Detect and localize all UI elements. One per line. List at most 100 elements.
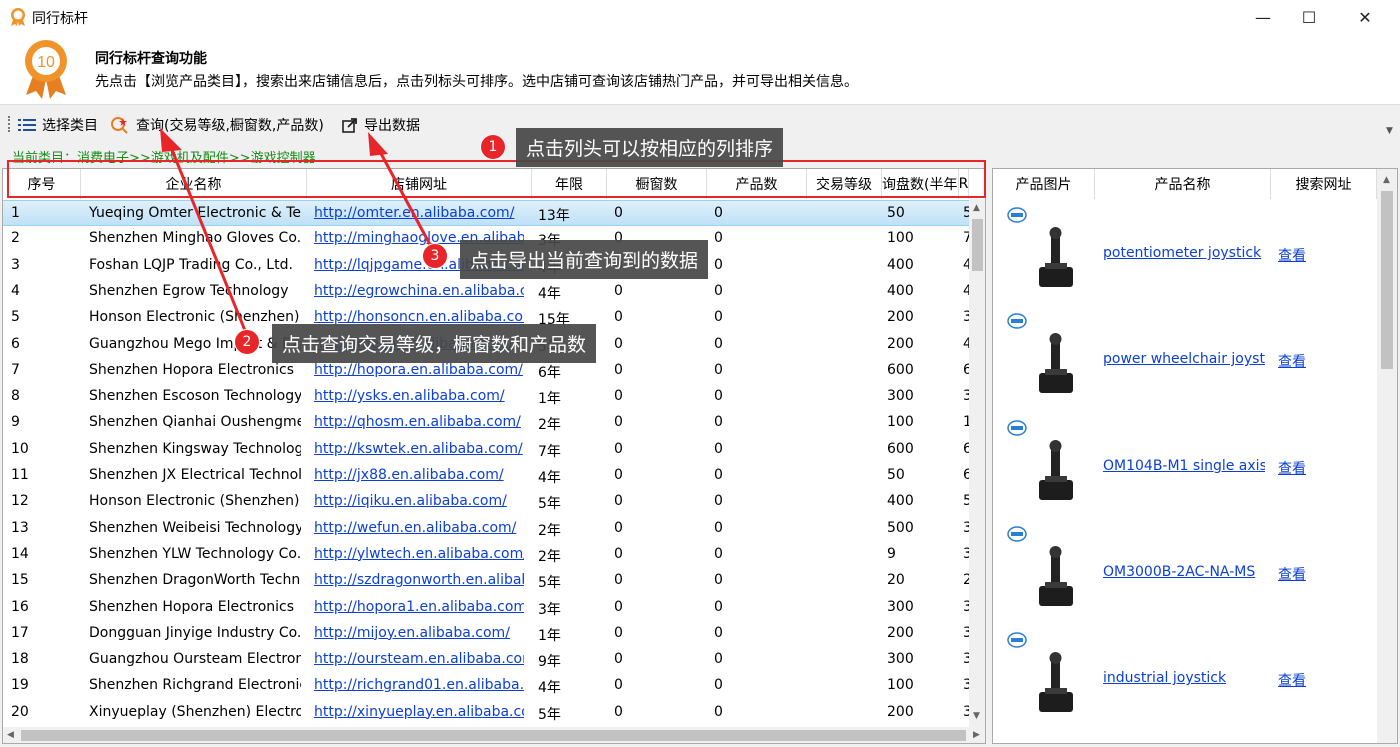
store-url[interactable]: http://omter.en.alibaba.com/ bbox=[314, 205, 524, 221]
company-name: Honson Electronic (Shenzhen) bbox=[89, 493, 300, 510]
product-name-link[interactable]: potentiometer joystick bbox=[1103, 245, 1265, 261]
vertical-scrollbar[interactable]: ▲ ▼ bbox=[969, 199, 985, 727]
table-row[interactable]: 17 Dongguan Jinyige Industry Co. http://mi… bbox=[3, 621, 969, 647]
product-image[interactable] bbox=[1015, 542, 1095, 614]
product-row[interactable]: power wheelchair joystick 查看 bbox=[993, 305, 1369, 411]
horizontal-scrollbar[interactable]: ◀ ▶ bbox=[3, 727, 985, 743]
store-url[interactable]: http://ysks.en.alibaba.com/ bbox=[314, 388, 524, 404]
column-header-product-name[interactable]: 产品名称 bbox=[1095, 169, 1271, 199]
store-url[interactable]: http://oursteam.en.alibaba.com/ bbox=[314, 651, 524, 667]
table-row[interactable]: 4 Shenzhen Egrow Technology http://egrowch… bbox=[3, 279, 969, 305]
store-url[interactable]: http://honsoncn.en.alibaba.com/ bbox=[314, 309, 524, 325]
product-name-link[interactable]: OM104B-M1 single axis bbox=[1103, 458, 1265, 474]
view-link[interactable]: 查看 bbox=[1278, 245, 1306, 265]
store-url[interactable]: http://jx88.en.alibaba.com/ bbox=[314, 467, 524, 483]
table-row[interactable]: 1 Yueqing Omter Electronic & Technology ht… bbox=[3, 200, 969, 226]
view-link[interactable]: 查看 bbox=[1278, 564, 1306, 584]
view-link[interactable]: 查看 bbox=[1278, 670, 1306, 690]
showcase-count: 0 bbox=[614, 572, 623, 589]
store-url[interactable]: http://szdragonworth.en.alibaba.com/ bbox=[314, 572, 524, 588]
showcase-count: 0 bbox=[614, 467, 623, 483]
store-url[interactable]: http://qhosm.en.alibaba.com/ bbox=[314, 414, 524, 430]
product-count: 0 bbox=[714, 572, 723, 589]
product-count: 0 bbox=[714, 361, 723, 378]
company-name: Dongguan Jinyige Industry Co. bbox=[89, 624, 301, 641]
view-link[interactable]: 查看 bbox=[1278, 458, 1306, 478]
table-row[interactable]: 10 Shenzhen Kingsway Technology http://ksw… bbox=[3, 437, 969, 463]
store-url[interactable]: http://iqiku.en.alibaba.com/ bbox=[314, 493, 524, 509]
maximize-button[interactable]: ☐ bbox=[1286, 0, 1332, 34]
product-image[interactable] bbox=[1015, 223, 1095, 295]
minimize-button[interactable]: — bbox=[1240, 0, 1286, 34]
table-row[interactable]: 14 Shenzhen YLW Technology Co. http://ylwt… bbox=[3, 542, 969, 568]
showcase-count: 0 bbox=[614, 335, 623, 352]
store-url[interactable]: http://ylwtech.en.alibaba.com/ bbox=[314, 546, 524, 562]
table-row[interactable]: 16 Shenzhen Hopora Electronics http://hopo… bbox=[3, 595, 969, 621]
store-url[interactable]: http://mijoy.en.alibaba.com/ bbox=[314, 625, 524, 641]
table-row[interactable]: 13 Shenzhen Weibeisi Technology http://wef… bbox=[3, 516, 969, 542]
showcase-count: 0 bbox=[614, 651, 623, 668]
product-name-link[interactable]: OM3000B-2AC-NA-MS bbox=[1103, 564, 1265, 580]
store-url[interactable]: http://hopora.en.alibaba.com/ bbox=[314, 362, 524, 378]
row-index: 18 bbox=[11, 651, 29, 668]
years: 13年 bbox=[538, 208, 570, 224]
table-row[interactable]: 18 Guangzhou Oursteam Electronic http://ou… bbox=[3, 647, 969, 673]
product-row[interactable]: industrial joystick 查看 bbox=[993, 624, 1369, 730]
toolbar-overflow-icon[interactable]: ▼ bbox=[1386, 126, 1393, 136]
column-header-image[interactable]: 产品图片 bbox=[993, 169, 1095, 199]
inquiry-count: 200 bbox=[887, 335, 914, 352]
export-button[interactable]: 导出数据 bbox=[342, 114, 420, 136]
window-title: 同行标杆 bbox=[32, 11, 88, 27]
product-count: 0 bbox=[714, 545, 723, 562]
years: 2年 bbox=[538, 548, 561, 565]
product-row[interactable]: potentiometer joystick 查看 bbox=[993, 199, 1369, 305]
annotation-number-3: 3 bbox=[422, 243, 448, 269]
product-row[interactable]: OM3000B-2AC-NA-MS 查看 bbox=[993, 518, 1369, 624]
years: 4年 bbox=[538, 285, 561, 302]
store-url[interactable]: http://hopora1.en.alibaba.com/ bbox=[314, 599, 524, 615]
product-row[interactable]: OM104B-M1 single axis 查看 bbox=[993, 412, 1369, 518]
table-row[interactable]: 12 Honson Electronic (Shenzhen) http://iqi… bbox=[3, 489, 969, 515]
table-row[interactable]: 19 Shenzhen Richgrand Electronic http://ri… bbox=[3, 673, 969, 699]
query-button[interactable]: 查询(交易等级,橱窗数,产品数) bbox=[110, 114, 324, 136]
showcase-count: 0 bbox=[614, 205, 623, 221]
row-index: 20 bbox=[11, 703, 29, 720]
toolbar-grip[interactable] bbox=[8, 116, 13, 132]
store-url[interactable]: http://kswtek.en.alibaba.com/ bbox=[314, 441, 524, 457]
product-name-link[interactable]: power wheelchair joystick bbox=[1103, 351, 1265, 367]
select-category-button[interactable]: 选择类目 bbox=[18, 114, 98, 136]
row-index: 12 bbox=[11, 493, 29, 510]
store-url[interactable]: http://egrowchina.en.alibaba.com/ bbox=[314, 283, 524, 299]
list-icon bbox=[18, 119, 36, 131]
annotation-callout-2: 点击查询交易等级，橱窗数和产品数 bbox=[272, 324, 597, 363]
product-name-link[interactable]: industrial joystick bbox=[1103, 670, 1265, 686]
product-vertical-scrollbar[interactable]: ▲ bbox=[1377, 169, 1397, 743]
close-button[interactable]: ✕ bbox=[1342, 0, 1388, 34]
export-icon bbox=[342, 118, 357, 133]
product-count: 0 bbox=[714, 440, 723, 457]
product-image[interactable] bbox=[1015, 648, 1095, 720]
row-index: 11 bbox=[11, 467, 29, 483]
showcase-count: 0 bbox=[614, 282, 623, 299]
inquiry-count: 50 bbox=[887, 205, 905, 221]
store-url[interactable]: http://wefun.en.alibaba.com/ bbox=[314, 520, 524, 536]
export-label: 导出数据 bbox=[364, 118, 420, 134]
product-table[interactable]: 产品图片 产品名称 搜索网址 potentiometer joystick 查看 p… bbox=[992, 168, 1398, 744]
company-name: Shenzhen Minghao Gloves Co. bbox=[89, 230, 301, 247]
product-image[interactable] bbox=[1015, 329, 1095, 401]
inquiry-count: 400 bbox=[887, 256, 914, 273]
product-image[interactable] bbox=[1015, 436, 1095, 508]
title-bar bbox=[0, 0, 1400, 34]
view-link[interactable]: 查看 bbox=[1278, 351, 1306, 371]
store-url[interactable]: http://xinyueplay.en.alibaba.com/ bbox=[314, 704, 524, 720]
table-row[interactable]: 11 Shenzhen JX Electrical Technology http:… bbox=[3, 463, 969, 489]
table-row[interactable]: 15 Shenzhen DragonWorth Technology http://… bbox=[3, 568, 969, 594]
years: 1年 bbox=[538, 627, 561, 644]
store-url[interactable]: http://richgrand01.en.alibaba.com/ bbox=[314, 677, 524, 693]
product-count: 0 bbox=[714, 282, 723, 299]
table-row[interactable]: 20 Xinyueplay (Shenzhen) Electronic http:/… bbox=[3, 700, 969, 726]
table-row[interactable]: 9 Shenzhen Qianhai Oushengmei http://qhosm… bbox=[3, 410, 969, 436]
table-row[interactable]: 8 Shenzhen Escoson Technology http://ysks.… bbox=[3, 384, 969, 410]
column-header-search-url[interactable]: 搜索网址 bbox=[1271, 169, 1377, 199]
inquiry-count: 9 bbox=[887, 545, 896, 562]
